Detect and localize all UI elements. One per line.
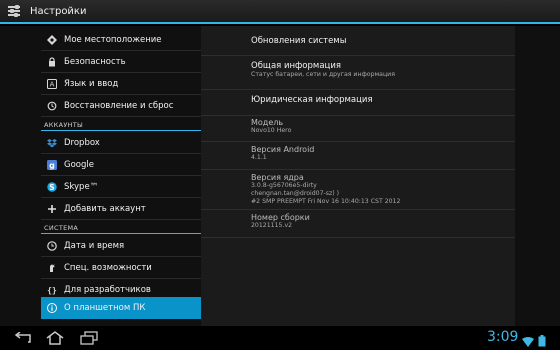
svg-text:{}: {} — [47, 286, 57, 295]
sidebar-item-label: Skype™ — [64, 181, 99, 192]
android-version-value: 4.1.1 — [251, 154, 267, 161]
clock-icon — [47, 240, 57, 251]
about-panel: Обновления системы Общая информация Стат… — [201, 26, 515, 326]
kernel-version-line: 3.0.8-g56706e5-dirty — [251, 182, 317, 189]
svg-text:S: S — [49, 182, 54, 191]
sidebar-item-language[interactable]: A Язык и ввод — [41, 73, 201, 95]
home-button[interactable] — [44, 331, 66, 345]
lock-icon — [47, 56, 57, 67]
back-icon — [14, 332, 31, 343]
sidebar-item-dropbox[interactable]: Dropbox — [41, 132, 201, 154]
sidebar-item-label: Добавить аккаунт — [64, 203, 146, 214]
settings-sidebar: Мое местоположение Безопасность A Язык и… — [41, 29, 201, 323]
kernel-version-label: Версия ядра — [251, 173, 304, 182]
general-info-subtitle: Статус батареи, сети и другая информация — [251, 71, 395, 78]
sidebar-item-label: Мое местоположение — [64, 34, 162, 45]
sidebar-item-label: Дата и время — [64, 240, 125, 251]
language-icon: A — [47, 78, 57, 89]
svg-text:g: g — [49, 161, 55, 170]
braces-icon: {} — [47, 285, 57, 295]
kernel-version-item: Версия ядра 3.0.8-g56706e5-dirty chengna… — [201, 170, 515, 210]
info-icon — [47, 303, 57, 313]
accessibility-icon — [47, 263, 57, 273]
model-item: Модель Novo10 Hero — [201, 116, 515, 142]
system-updates-label: Обновления системы — [251, 36, 347, 46]
kernel-version-line: chengnan.tan@droid07-sz) ) — [251, 190, 340, 197]
sidebar-item-label: Dropbox — [64, 137, 100, 148]
sidebar-item-accessibility[interactable]: Спец. возможности — [41, 257, 201, 279]
skype-icon: S — [47, 181, 57, 192]
location-icon — [47, 34, 57, 45]
restore-icon — [47, 101, 57, 111]
app-title: Настройки — [30, 5, 87, 17]
settings-icon[interactable] — [6, 3, 22, 19]
build-number-label: Номер сборки — [251, 213, 310, 222]
model-label: Модель — [251, 118, 284, 127]
recent-apps-button[interactable] — [78, 331, 100, 345]
recent-apps-icon — [80, 331, 98, 345]
android-version-item[interactable]: Версия Android 4.1.1 — [201, 142, 515, 170]
sidebar-item-label: Восстановление и сброс — [64, 100, 174, 111]
sidebar-item-label: Google — [64, 159, 94, 170]
sidebar-item-google[interactable]: g Google — [41, 154, 201, 176]
sidebar-item-label: Язык и ввод — [64, 78, 119, 89]
content-area: Мое местоположение Безопасность A Язык и… — [0, 26, 560, 326]
home-icon — [46, 331, 64, 345]
battery-icon — [538, 332, 546, 350]
android-version-label: Версия Android — [251, 145, 315, 154]
system-updates-item[interactable]: Обновления системы — [201, 26, 515, 56]
sidebar-item-location[interactable]: Мое местоположение — [41, 29, 201, 51]
back-button[interactable] — [12, 331, 34, 345]
section-header-system: СИСТЕМА — [41, 220, 201, 234]
model-value: Novo10 Hero — [251, 127, 292, 134]
sidebar-item-label: О планшетном ПК — [64, 303, 146, 313]
wifi-icon — [522, 332, 534, 350]
sidebar-item-label: Безопасность — [64, 56, 126, 67]
build-number-item[interactable]: Номер сборки 20121115.v2 — [201, 210, 515, 238]
system-nav-bar: 3:09 — [0, 326, 560, 350]
google-icon: g — [47, 159, 57, 170]
sidebar-item-label: Для разработчиков — [64, 284, 151, 295]
sidebar-item-skype[interactable]: S Skype™ — [41, 176, 201, 198]
sidebar-item-security[interactable]: Безопасность — [41, 51, 201, 73]
sidebar-item-label: Спец. возможности — [64, 262, 152, 273]
sidebar-item-add-account[interactable]: Добавить аккаунт — [41, 198, 201, 220]
sidebar-item-date-time[interactable]: Дата и время — [41, 235, 201, 257]
sidebar-item-restore[interactable]: Восстановление и сброс — [41, 95, 201, 117]
plus-icon — [47, 204, 57, 214]
legal-info-item[interactable]: Юридическая информация — [201, 90, 515, 116]
build-number-value: 20121115.v2 — [251, 222, 293, 229]
section-header-accounts: АККАУНТЫ — [41, 117, 201, 131]
general-info-item[interactable]: Общая информация Статус батареи, сети и … — [201, 56, 515, 90]
svg-text:A: A — [50, 80, 55, 88]
status-clock[interactable]: 3:09 — [487, 329, 518, 345]
legal-info-label: Юридическая информация — [251, 95, 373, 105]
dropbox-icon — [47, 138, 57, 148]
sidebar-item-about-tablet[interactable]: О планшетном ПК — [41, 297, 201, 319]
kernel-version-line: #2 SMP PREEMPT Fri Nov 16 10:40:13 CST 2… — [251, 198, 401, 205]
general-info-title: Общая информация — [251, 61, 341, 71]
action-bar: Настройки — [0, 0, 560, 24]
